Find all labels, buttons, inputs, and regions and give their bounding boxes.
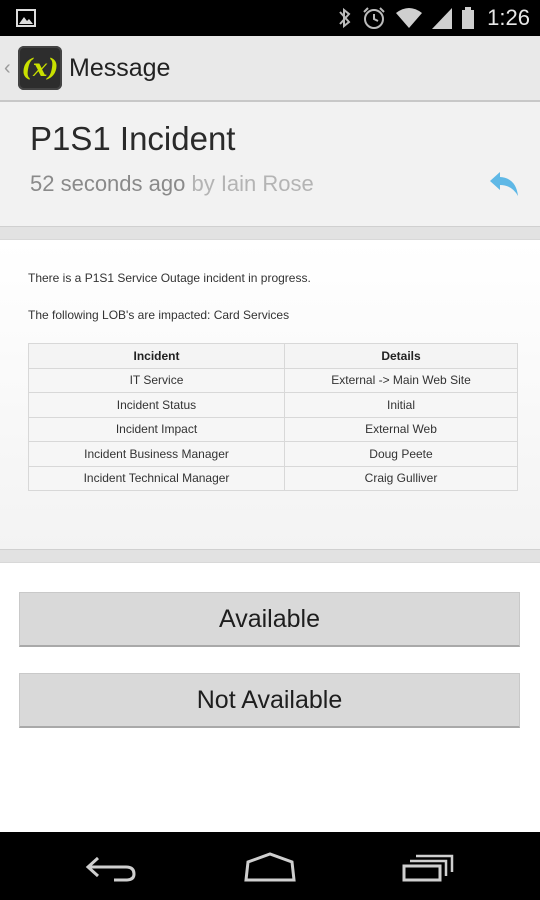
message-header: P1S1 Incident 52 seconds ago by Iain Ros… (0, 102, 540, 227)
message-body: There is a P1S1 Service Outage incident … (0, 242, 540, 549)
home-icon[interactable] (240, 850, 300, 884)
message-author: by Iain Rose (191, 171, 314, 196)
table-cell: Doug Peete (284, 441, 518, 467)
table-row: IT Service External -> Main Web Site (28, 367, 518, 393)
table-cell: Incident Status (28, 392, 285, 418)
message-meta: 52 seconds ago by Iain Rose (30, 171, 314, 197)
table-cell: IT Service (28, 367, 285, 393)
action-bar: ‹ (x) Message (0, 36, 540, 102)
status-time: 1:26 (487, 5, 530, 30)
column-header: Details (284, 343, 518, 369)
body-text-1: There is a P1S1 Service Outage incident … (28, 271, 311, 285)
not-available-button[interactable]: Not Available (19, 673, 520, 728)
battery-icon (462, 7, 475, 29)
divider (0, 226, 540, 240)
incident-table: Incident Details IT Service External -> … (28, 343, 518, 491)
navigation-bar (0, 832, 540, 900)
signal-icon (432, 8, 453, 29)
body-text-2: The following LOB's are impacted: Card S… (28, 308, 290, 322)
status-bar: 1:26 (0, 0, 540, 36)
table-row: Incident Status Initial (28, 392, 518, 418)
divider (0, 549, 540, 563)
table-cell: Incident Impact (28, 416, 285, 442)
reply-icon[interactable] (488, 170, 520, 198)
column-header: Incident (28, 343, 285, 369)
status-icons: 1:26 (337, 0, 530, 36)
app-icon-text: (x) (21, 53, 58, 82)
table-cell: External Web (284, 416, 518, 442)
table-cell: Incident Business Manager (28, 441, 285, 467)
picture-icon (16, 9, 36, 27)
alarm-icon (363, 7, 385, 29)
chevron-left-icon: ‹ (4, 57, 11, 79)
recent-apps-icon[interactable] (398, 850, 458, 884)
message-title: P1S1 Incident (30, 120, 236, 157)
wifi-icon (396, 8, 423, 28)
page-title: Message (69, 54, 171, 82)
table-cell: Craig Gulliver (284, 465, 518, 491)
table-cell: External -> Main Web Site (284, 367, 518, 393)
bluetooth-icon (339, 7, 351, 29)
available-button[interactable]: Available (19, 592, 520, 647)
table-cell: Incident Technical Manager (28, 465, 285, 491)
back-icon[interactable] (82, 850, 142, 884)
table-row: Incident Impact External Web (28, 416, 518, 442)
table-cell: Initial (284, 392, 518, 418)
app-icon: (x) (18, 46, 62, 90)
table-row: Incident Technical Manager Craig Gullive… (28, 465, 518, 491)
up-navigation[interactable]: ‹ (x) (0, 36, 66, 100)
table-header-row: Incident Details (28, 343, 518, 369)
table-row: Incident Business Manager Doug Peete (28, 441, 518, 467)
message-time: 52 seconds ago (30, 171, 186, 196)
